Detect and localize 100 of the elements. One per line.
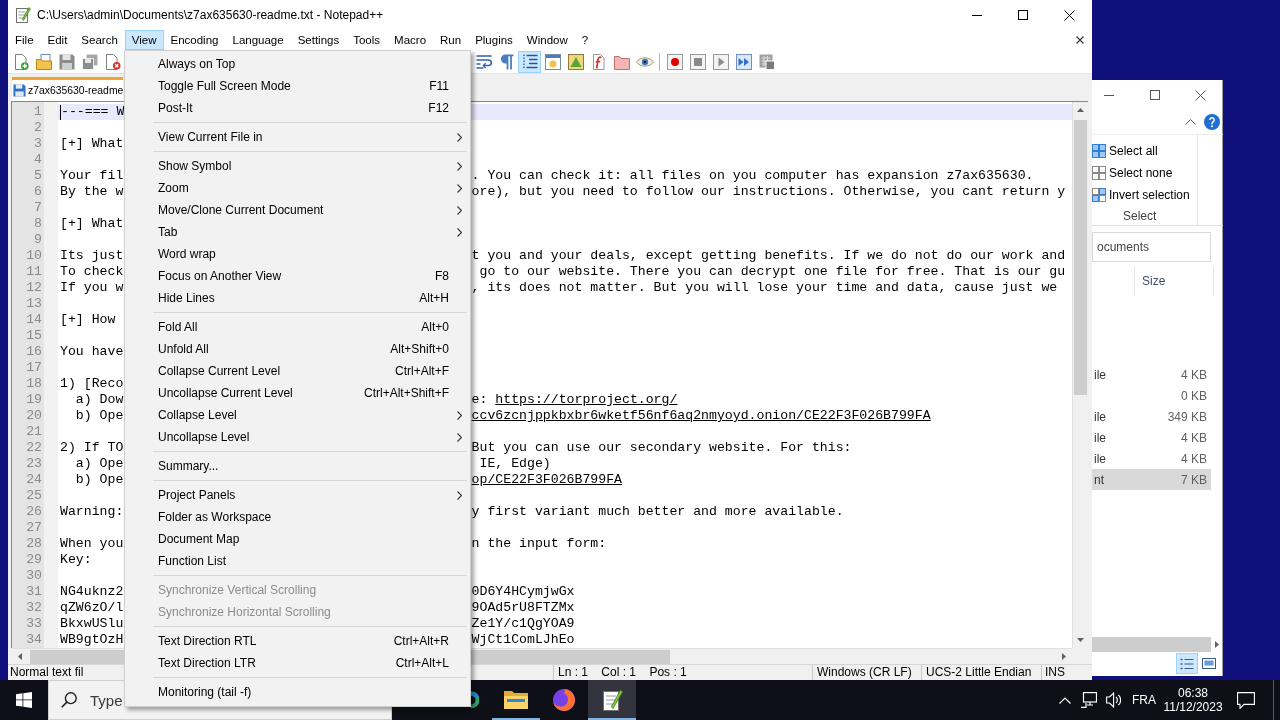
- menu-item[interactable]: ?: [574, 30, 596, 50]
- browser-icon[interactable]: [553, 689, 575, 711]
- minimize-icon: [972, 14, 982, 16]
- menu-item[interactable]: Edit: [40, 30, 75, 50]
- caret-up-icon[interactable]: [1077, 108, 1084, 112]
- scrollbar-thumb[interactable]: [1074, 120, 1087, 395]
- line-number: 12: [25, 280, 43, 296]
- ring-icon[interactable]: [471, 691, 479, 709]
- line-number: 10: [25, 248, 43, 264]
- tab[interactable]: z7ax635630-readme: [12, 77, 124, 101]
- function-document-icon: [590, 53, 607, 70]
- menu-item[interactable]: Macro: [387, 30, 434, 50]
- menu-item[interactable]: Unfold All Alt+Shift+0: [126, 338, 469, 360]
- menu-item[interactable]: Show Symbol: [126, 155, 469, 177]
- selected-row[interactable]: nt 7 KB: [1092, 469, 1211, 490]
- menu-item[interactable]: Run: [433, 30, 469, 50]
- menu-item[interactable]: File: [8, 30, 41, 50]
- menu-item[interactable]: Language: [225, 30, 291, 50]
- menu-item[interactable]: Tab: [126, 221, 469, 243]
- folder-icon: [613, 53, 630, 70]
- toolbar-button[interactable]: [518, 50, 541, 73]
- speech-bubble-icon[interactable]: [1237, 691, 1255, 709]
- link[interactable]: ccv6zcnjppkbxbr6wketf56nf6aq2nmyoyd.onion/CE22F3F026B799FA: [471, 408, 931, 424]
- menu-item: Synchronize Vertical Scrolling: [157, 582, 318, 599]
- menu-item[interactable]: Tools: [346, 30, 388, 50]
- menu-item[interactable]: Word wrap: [126, 243, 469, 265]
- record-icon: [666, 53, 683, 70]
- editor-text: . You can check it: all files on you computer has expansion z7ax635630.: [471, 168, 1034, 184]
- table-cell-text: ile: [1093, 451, 1107, 466]
- clock[interactable]: 06:38 11/12/2023: [1165, 686, 1221, 714]
- menu-item[interactable]: Fold All Alt+0: [126, 316, 469, 338]
- window-panes-icon: [16, 692, 32, 708]
- editor-text: ---=== W: [61, 104, 125, 120]
- caret-down-icon[interactable]: [1077, 638, 1084, 642]
- language-indicator[interactable]: FRA: [1127, 693, 1161, 707]
- menu-item[interactable]: Uncollapse Level: [126, 426, 469, 448]
- editor-text: ore), but you need to follow our instructions. Otherwise, you cant return y: [471, 184, 1066, 200]
- minimize-icon: [1104, 94, 1114, 96]
- menu-item[interactable]: Settings: [290, 30, 347, 50]
- line-number: 8: [33, 216, 43, 232]
- menu-item[interactable]: Collapse Current Level Ctrl+Alt+F: [126, 360, 469, 382]
- line-number: 5: [33, 168, 43, 184]
- menu-item[interactable]: Always on Top: [126, 53, 469, 75]
- menu-item[interactable]: Toggle Full Screen Mode F11: [126, 75, 469, 97]
- menu-item[interactable]: Hide Lines Alt+H: [126, 287, 469, 309]
- menu-item[interactable]: Move/Clone Current Document: [126, 199, 469, 221]
- help-icon[interactable]: [1204, 114, 1220, 130]
- speaker-icon[interactable]: [1105, 692, 1121, 708]
- menu-item[interactable]: Search: [74, 30, 125, 50]
- menu-item[interactable]: Post-It F12: [126, 97, 469, 119]
- link[interactable]: op/CE22F3F026B799FA: [471, 472, 622, 488]
- line-number: 11: [25, 264, 43, 280]
- caret-right-icon[interactable]: [1062, 653, 1066, 660]
- ribbon-button[interactable]: Select none: [1092, 162, 1197, 184]
- table-cell-text: 7 KB: [1180, 472, 1208, 487]
- menu-item[interactable]: Collapse Level: [126, 404, 469, 426]
- menu-item[interactable]: Uncollapse Current Level Ctrl+Alt+Shift+F: [126, 382, 469, 404]
- menu-item[interactable]: View Current File in: [126, 126, 469, 148]
- menu-item[interactable]: Window: [519, 30, 575, 50]
- address-field[interactable]: ocuments: [1092, 232, 1211, 262]
- ribbon-button[interactable]: Invert selection: [1092, 184, 1197, 206]
- notepad-icon[interactable]: [601, 689, 623, 711]
- table-cell-text: 4 KB: [1180, 367, 1208, 382]
- folder-icon[interactable]: [504, 690, 528, 710]
- menu-item[interactable]: Encoding: [163, 30, 226, 50]
- link[interactable]: https://torproject.org/: [495, 392, 678, 408]
- line-number: 23: [25, 456, 43, 472]
- menu-item[interactable]: Folder as Workspace: [126, 506, 469, 528]
- floppy-disks-icon: [81, 53, 98, 70]
- taskbar-button[interactable]: [588, 680, 636, 720]
- scrollbar-thumb[interactable]: [1092, 637, 1211, 652]
- editor-text: a) Dow: [74, 392, 124, 408]
- menu-item[interactable]: Zoom: [126, 177, 469, 199]
- menu-item[interactable]: Text Direction RTL Ctrl+Alt+R: [126, 630, 469, 652]
- view-button[interactable]: [1176, 653, 1198, 674]
- network-monitor-icon[interactable]: [1081, 692, 1097, 708]
- column-header[interactable]: Size: [1134, 267, 1214, 296]
- menu-item[interactable]: Text Direction LTR Ctrl+Alt+L: [126, 652, 469, 674]
- close-icon: [1195, 89, 1206, 101]
- table-cell-text: 4 KB: [1180, 451, 1208, 466]
- notepad-icon: [15, 7, 31, 23]
- menu-item[interactable]: Project Panels: [126, 484, 469, 506]
- chevron-up-icon[interactable]: [1185, 119, 1196, 125]
- editor-text: y first variant much better and more available.: [471, 504, 844, 520]
- menu-item[interactable]: Monitoring (tail -f): [126, 681, 469, 703]
- menu-item[interactable]: View: [124, 30, 164, 50]
- caret-right-icon[interactable]: [1215, 641, 1219, 648]
- editor-text: b) Ope: [74, 408, 124, 424]
- ribbon-button[interactable]: Select all: [1092, 140, 1197, 162]
- line-number: 32: [25, 600, 43, 616]
- menu-item[interactable]: Plugins: [468, 30, 520, 50]
- group-label: Select: [1122, 208, 1157, 225]
- menu-item[interactable]: Document Map: [126, 528, 469, 550]
- menu-item[interactable]: Focus on Another View F8: [126, 265, 469, 287]
- clock-date: 11/12/2023: [1163, 700, 1223, 714]
- table-cell-text: ile: [1093, 409, 1107, 424]
- caret-left-icon[interactable]: [18, 653, 22, 660]
- menu-item[interactable]: Function List: [126, 550, 469, 572]
- menu-item[interactable]: Summary...: [126, 455, 469, 477]
- shortcut-text: Alt+H: [419, 291, 449, 305]
